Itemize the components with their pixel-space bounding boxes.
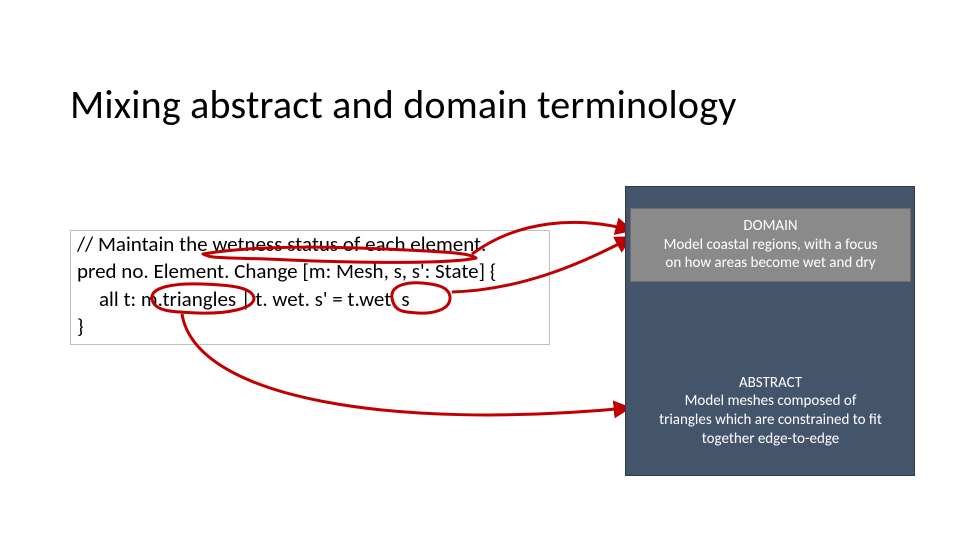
domain-desc-line1: Model coastal regions, with a focus bbox=[631, 236, 910, 255]
abstract-heading: ABSTRACT bbox=[630, 374, 911, 393]
code-line-2: pred no. Element. Change [m: Mesh, s, s'… bbox=[77, 258, 543, 285]
slide-title: Mixing abstract and domain terminology bbox=[70, 80, 737, 129]
code-snippet-box: // Maintain the wetness status of each e… bbox=[70, 230, 550, 345]
domain-desc-line2: on how areas become wet and dry bbox=[631, 254, 910, 273]
domain-card: DOMAIN Model coastal regions, with a foc… bbox=[630, 208, 911, 282]
slide: Mixing abstract and domain terminology /… bbox=[0, 0, 960, 540]
triangles-term: triangles bbox=[162, 286, 236, 312]
abstract-card: ABSTRACT Model meshes composed of triang… bbox=[630, 365, 911, 457]
terminology-panel: DOMAIN Model coastal regions, with a foc… bbox=[625, 186, 915, 476]
code-line-1: // Maintain the wetness status of each e… bbox=[77, 231, 543, 258]
code-comment-wet: wetness bbox=[212, 231, 282, 257]
code-line-4: } bbox=[77, 313, 543, 340]
code-comment: // Maintain the bbox=[77, 231, 212, 257]
code-line-3: all t: m.triangles | t. wet. s' = t.wet.… bbox=[77, 286, 543, 313]
state-var-s: s, s' bbox=[394, 258, 425, 284]
abstract-desc-line3: together edge-to-edge bbox=[630, 430, 911, 449]
domain-heading: DOMAIN bbox=[631, 217, 910, 236]
abstract-desc-line1: Model meshes composed of bbox=[630, 392, 911, 411]
wet-term: wet bbox=[359, 286, 391, 312]
abstract-desc-line2: triangles which are constrained to fit bbox=[630, 411, 911, 430]
code-comment-rest: status of each element. bbox=[282, 231, 486, 257]
